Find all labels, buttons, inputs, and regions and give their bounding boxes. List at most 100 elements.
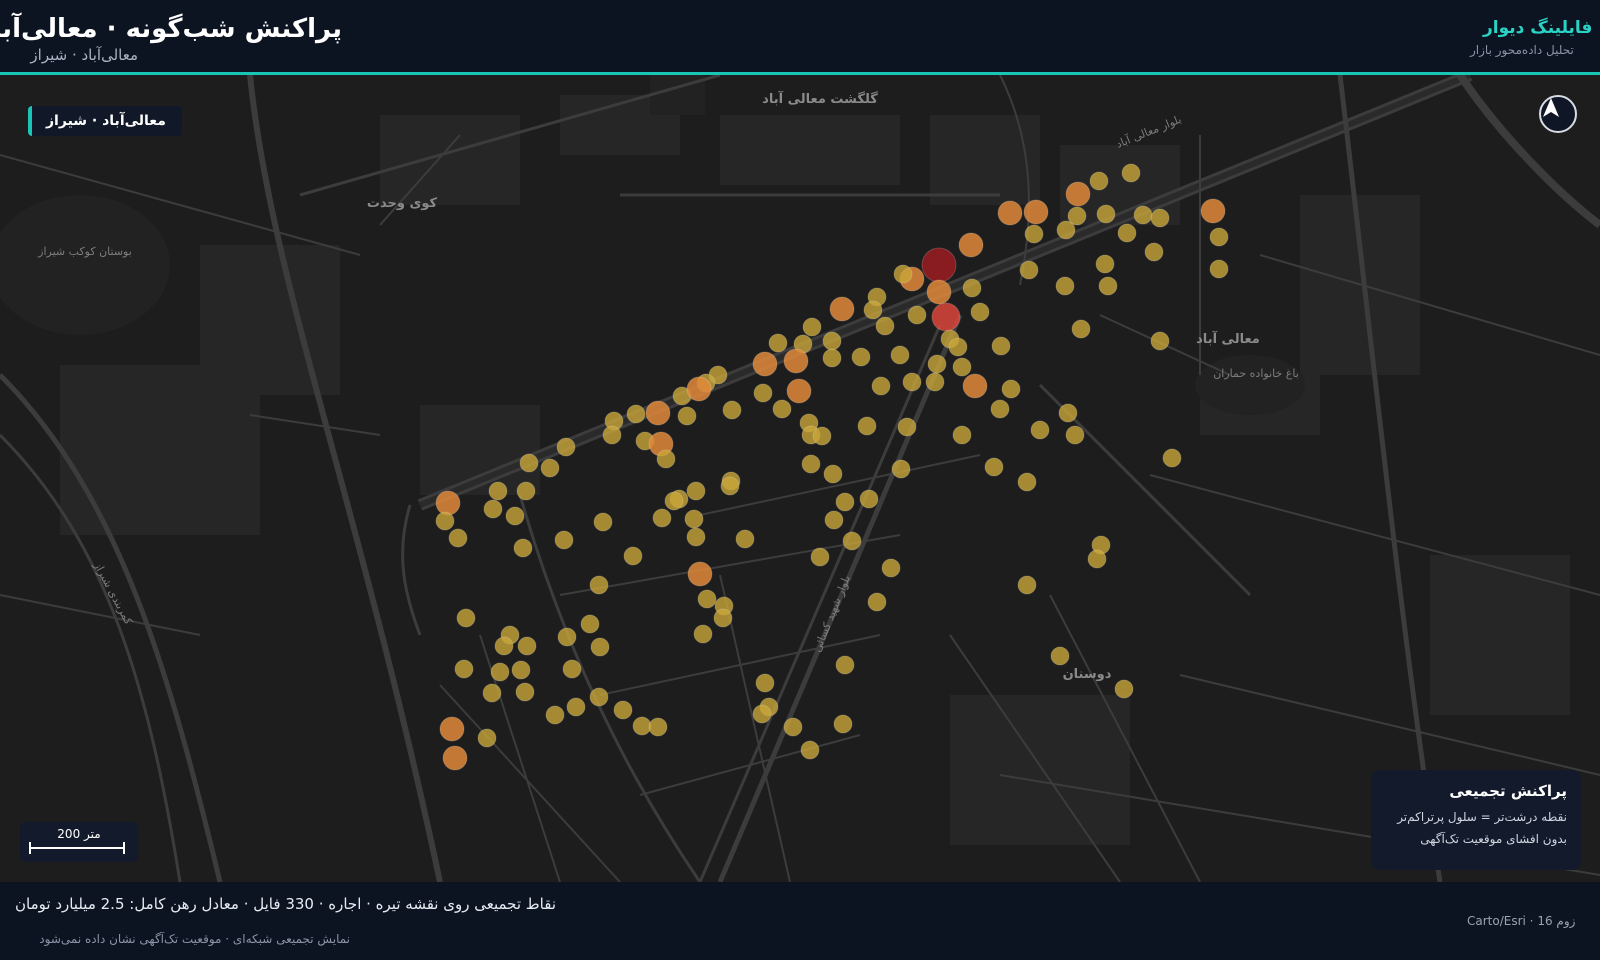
area-badge: معالی‌آباد · شیراز [28,106,182,136]
density-dot [871,376,891,396]
density-dot [513,538,533,558]
brand-tagline: تحلیل داده‌محور بازار [1470,43,1574,57]
density-dot [562,659,582,679]
density-dot [786,378,812,404]
density-dot [1058,403,1078,423]
density-dot [783,348,809,374]
density-dot [902,372,922,392]
density-dot [1121,163,1141,183]
density-dot [1024,224,1044,244]
density-dot [517,636,537,656]
density-dot [833,714,853,734]
density-dot [1209,259,1229,279]
brand-name[interactable]: فایلینگ دیوار [1483,18,1592,38]
density-dot [494,636,514,656]
density-dot [684,509,704,529]
density-dot [448,528,468,548]
density-dot [1150,208,1170,228]
density-dot [687,561,713,587]
density-dot [613,700,633,720]
density-dot [677,406,697,426]
density-dot [970,302,990,322]
density-dot [824,510,844,530]
density-dot [1087,549,1107,569]
density-dot [801,454,821,474]
density-dot [962,373,988,399]
density-dot [720,476,740,496]
density-dot [1050,646,1070,666]
density-legend: پراکنش تجمیعی نقطه درشت‌تر = سلول پرتراک… [1371,770,1581,870]
density-dot [589,687,609,707]
density-dot [925,372,945,392]
density-dot [962,278,982,298]
density-dot [926,279,952,305]
density-dot [602,425,622,445]
density-dot [1209,227,1229,247]
page-subtitle: معالی‌آباد · شیراز [30,46,138,64]
density-dot [697,589,717,609]
map-canvas[interactable]: گلگشت معالی آباد کوی وحدت بوستان کوکب شی… [0,75,1600,882]
density-dot [483,499,503,519]
density-dot [867,592,887,612]
footer-summary: نقاط تجمیعی روی نقشه تیره · اجاره · 330 … [15,895,556,913]
density-dot [1055,276,1075,296]
density-dot [1065,181,1091,207]
density-dot [1019,260,1039,280]
density-dot [875,316,895,336]
density-dot [713,608,733,628]
density-dot [893,264,913,284]
legend-item-privacy: بدون افشای موقعیت تک‌آگهی [1420,832,1567,846]
density-dot [1065,425,1085,445]
density-dot [842,531,862,551]
north-arrow-icon[interactable] [1539,95,1577,133]
north-arrow-glyph [1543,98,1559,117]
density-dot [1023,199,1049,225]
density-dot [589,575,609,595]
density-dot [1096,204,1116,224]
density-dot [859,489,879,509]
density-dot [990,399,1010,419]
density-dot [897,417,917,437]
density-dot [1117,223,1137,243]
density-dot [822,331,842,351]
label-park-kookab: بوستان کوکب شیراز [37,245,132,258]
density-dot [851,347,871,367]
footer-note: نمایش تجمیعی شبکه‌ای · موقعیت تک‌آگهی نش… [39,932,350,946]
density-dot [812,426,832,446]
density-dot [881,558,901,578]
density-dot [488,481,508,501]
density-dot [722,400,742,420]
density-dot [991,336,1011,356]
density-dot [783,717,803,737]
density-dot [1133,205,1153,225]
density-dot [927,354,947,374]
density-dot [907,305,927,325]
map-attribution: زوم 16 · Carto/Esri [1467,914,1576,928]
legend-title: پراکنش تجمیعی [1449,782,1567,800]
density-dot [593,512,613,532]
density-dot [863,300,883,320]
density-dot [580,614,600,634]
density-dot [952,425,972,445]
density-dot [1017,575,1037,595]
density-dot [456,608,476,628]
density-dot [1071,319,1091,339]
density-dot [829,296,855,322]
density-dot [948,337,968,357]
density-dot [1150,331,1170,351]
density-dot [1200,198,1226,224]
density-dot [590,637,610,657]
density-dot [442,745,468,771]
density-dot [802,317,822,337]
density-dot [511,660,531,680]
density-dot [1001,379,1021,399]
density-dot [505,506,525,526]
density-dot [566,697,586,717]
label-maaliabad: معالی آباد [1196,330,1260,347]
label-dousan: دوسنان [1063,667,1112,682]
density-dot [1144,242,1164,262]
density-dot [656,449,676,469]
scale-line [29,842,125,854]
density-dot [753,383,773,403]
footer-bar: نقاط تجمیعی روی نقشه تیره · اجاره · 330 … [0,882,1600,960]
